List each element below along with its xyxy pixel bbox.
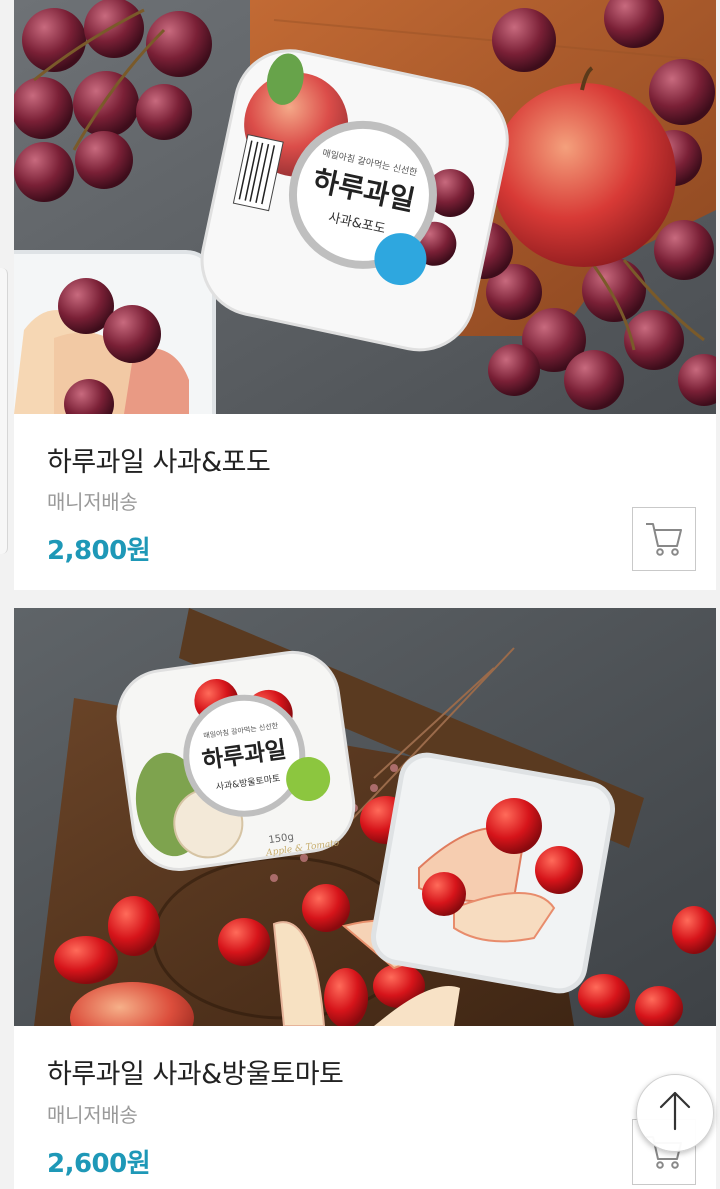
- apple-grape-photo: 매일아침 갈아먹는 신선한 하루과일 사과&포도: [14, 0, 716, 414]
- add-to-cart-button[interactable]: [632, 507, 696, 571]
- product-price: 2,800원: [47, 536, 151, 566]
- product-name[interactable]: 하루과일 사과&포도: [47, 440, 271, 479]
- apple-tomato-photo: 매일아침 갈아먹는 신선한 하루과일 사과&방울토마토 150g Apple &…: [14, 608, 716, 1026]
- cart-icon: [644, 520, 684, 558]
- arrow-up-icon: [655, 1089, 695, 1137]
- product-card[interactable]: 매일아침 갈아먹는 신선한 하루과일 사과&방울토마토 150g Apple &…: [14, 608, 716, 1189]
- product-image[interactable]: 매일아침 갈아먹는 신선한 하루과일 사과&방울토마토 150g Apple &…: [14, 608, 716, 1026]
- scroll-to-top-button[interactable]: [636, 1074, 714, 1152]
- scroll-edge-indicator: [0, 268, 8, 554]
- product-list-page: 매일아침 갈아먹는 신선한 하루과일 사과&포도 하루과일 사과&포도 매니저배…: [0, 0, 720, 1189]
- product-name[interactable]: 하루과일 사과&방울토마토: [47, 1052, 344, 1091]
- delivery-type: 매니저배송: [47, 1103, 138, 1127]
- product-image[interactable]: 매일아침 갈아먹는 신선한 하루과일 사과&포도: [14, 0, 716, 414]
- product-card[interactable]: 매일아침 갈아먹는 신선한 하루과일 사과&포도 하루과일 사과&포도 매니저배…: [14, 0, 716, 590]
- product-price: 2,600원: [47, 1149, 151, 1179]
- delivery-type: 매니저배송: [47, 490, 138, 514]
